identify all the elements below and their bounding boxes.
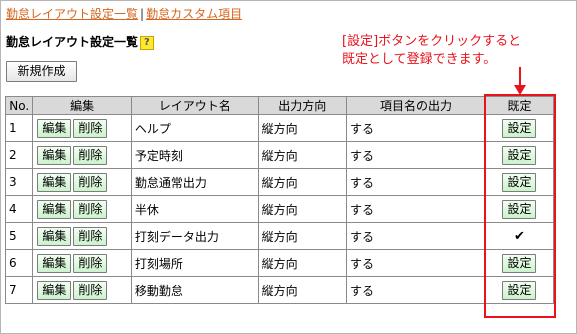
layout-name-cell: 打刻場所 [130,249,259,277]
item-name-output-cell: する [345,141,486,169]
table-row: 5 編集 削除 打刻データ出力 縦方向 する ✔ [4,222,555,250]
output-direction-cell: 縦方向 [257,195,347,223]
layout-name-cell: ヘルプ [130,114,259,142]
default-cell: 設定 [484,276,555,304]
set-default-button[interactable]: 設定 [502,280,537,300]
row-actions: 編集 削除 [32,222,132,250]
delete-button[interactable]: 削除 [73,118,108,138]
annotation-line-1: [設定]ボタンをクリックすると [342,34,522,49]
layout-name-cell: 半休 [130,195,259,223]
table-row: 7 編集 削除 移動勤怠 縦方向 する 設定 [4,276,555,304]
annotation-arrow-icon [514,67,526,95]
breadcrumb-separator: | [140,7,145,21]
row-actions: 編集 削除 [32,168,132,196]
header-default: 既定 [484,96,555,115]
delete-button[interactable]: 削除 [73,145,108,165]
breadcrumb-custom-items-link[interactable]: 勤怠カスタム項目 [146,7,242,21]
edit-button[interactable]: 編集 [37,199,72,219]
edit-button[interactable]: 編集 [37,172,72,192]
table-row: 3 編集 削除 勤怠通常出力 縦方向 する 設定 [4,168,555,196]
table-header-row: No. 編集 レイアウト名 出力方向 項目名の出力 既定 [4,96,555,115]
delete-button[interactable]: 削除 [73,280,108,300]
default-cell: ✔ [484,222,555,250]
item-name-output-cell: する [345,222,486,250]
table-row: 2 編集 削除 予定時刻 縦方向 する 設定 [4,141,555,169]
row-actions: 編集 削除 [32,141,132,169]
table-row: 6 編集 削除 打刻場所 縦方向 する 設定 [4,249,555,277]
breadcrumb-layout-list-link[interactable]: 勤怠レイアウト設定一覧 [6,7,138,21]
row-actions: 編集 削除 [32,114,132,142]
annotation-line-2: 既定として登録できます。 [342,52,497,67]
output-direction-cell: 縦方向 [257,168,347,196]
row-number: 4 [4,195,34,223]
set-default-button[interactable]: 設定 [502,199,537,219]
set-default-button[interactable]: 設定 [502,172,537,192]
layout-name-cell: 予定時刻 [130,141,259,169]
new-layout-button[interactable]: 新規作成 [6,61,77,82]
edit-button[interactable]: 編集 [37,145,72,165]
check-icon: ✔ [514,228,525,244]
header-layout-name: レイアウト名 [130,96,259,115]
header-no: No. [4,96,34,115]
delete-button[interactable]: 削除 [73,226,108,246]
row-actions: 編集 削除 [32,276,132,304]
row-number: 6 [4,249,34,277]
layout-name-cell: 打刻データ出力 [130,222,259,250]
layout-table: No. 編集 レイアウト名 出力方向 項目名の出力 既定 1 編集 削除 ヘルプ 縦方向… [4,96,555,304]
item-name-output-cell: する [345,168,486,196]
edit-button[interactable]: 編集 [37,253,72,273]
edit-button[interactable]: 編集 [37,280,72,300]
row-number: 3 [4,168,34,196]
row-number: 5 [4,222,34,250]
table-row: 4 編集 削除 半休 縦方向 する 設定 [4,195,555,223]
output-direction-cell: 縦方向 [257,249,347,277]
layout-name-cell: 移動勤怠 [130,276,259,304]
row-number: 2 [4,141,34,169]
delete-button[interactable]: 削除 [73,199,108,219]
set-default-button[interactable]: 設定 [502,118,537,138]
table-row: 1 編集 削除 ヘルプ 縦方向 する 設定 [4,114,555,142]
edit-button[interactable]: 編集 [37,118,72,138]
page-title: 勤怠レイアウト設定一覧? [6,33,154,50]
layout-name-cell: 勤怠通常出力 [130,168,259,196]
output-direction-cell: 縦方向 [257,114,347,142]
default-cell: 設定 [484,168,555,196]
delete-button[interactable]: 削除 [73,172,108,192]
header-output-direction: 出力方向 [257,96,347,115]
default-cell: 設定 [484,195,555,223]
header-item-name-output: 項目名の出力 [345,96,486,115]
item-name-output-cell: する [345,249,486,277]
row-number: 7 [4,276,34,304]
default-cell: 設定 [484,249,555,277]
row-actions: 編集 削除 [32,195,132,223]
header-edit: 編集 [32,96,132,115]
item-name-output-cell: する [345,195,486,223]
output-direction-cell: 縦方向 [257,222,347,250]
edit-button[interactable]: 編集 [37,226,72,246]
item-name-output-cell: する [345,114,486,142]
help-icon[interactable]: ? [140,36,154,50]
delete-button[interactable]: 削除 [73,253,108,273]
page-title-text: 勤怠レイアウト設定一覧 [6,35,139,49]
row-number: 1 [4,114,34,142]
annotation-note: [設定]ボタンをクリックすると 既定として登録できます。 [342,33,521,69]
default-cell: 設定 [484,141,555,169]
item-name-output-cell: する [345,276,486,304]
output-direction-cell: 縦方向 [257,141,347,169]
set-default-button[interactable]: 設定 [502,145,537,165]
row-actions: 編集 削除 [32,249,132,277]
breadcrumb: 勤怠レイアウト設定一覧 | 勤怠カスタム項目 [6,5,242,22]
output-direction-cell: 縦方向 [257,276,347,304]
default-cell: 設定 [484,114,555,142]
set-default-button[interactable]: 設定 [502,253,537,273]
